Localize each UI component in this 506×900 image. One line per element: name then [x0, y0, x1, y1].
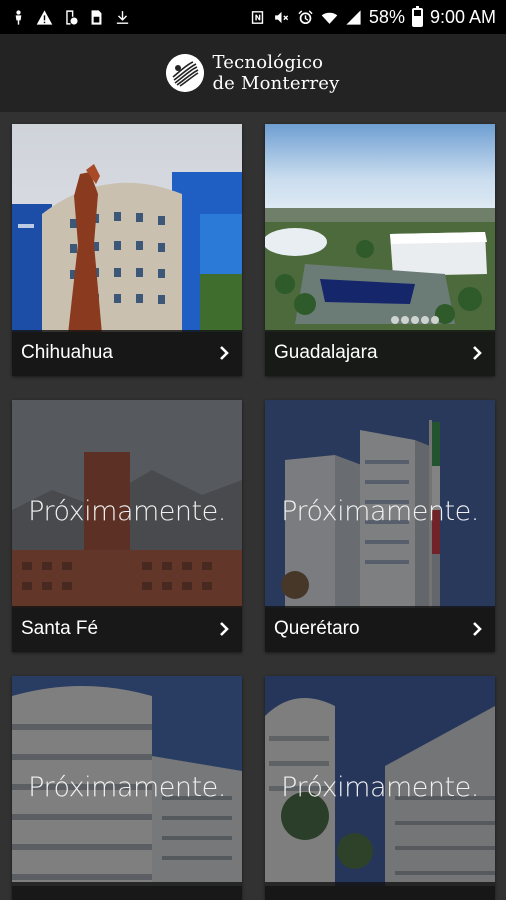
campus-label: Santa Fé — [12, 606, 242, 652]
campus-name: Chihuahua — [21, 342, 113, 363]
nfc-icon — [249, 8, 266, 26]
mute-icon — [273, 8, 290, 26]
notification-icons — [10, 8, 131, 26]
warning-icon — [36, 8, 53, 26]
status-bar: 58% 9:00 AM — [0, 0, 506, 34]
tec-seal-icon — [166, 54, 205, 92]
campus-card-guadalajara[interactable]: Guadalajara — [265, 124, 495, 376]
signal-icon — [345, 8, 362, 26]
tec-logo: Tecnológico de Monterrey — [166, 52, 339, 94]
campus-label — [12, 882, 242, 900]
system-icons: 58% 9:00 AM — [249, 5, 496, 28]
campus-label: Guadalajara — [265, 330, 495, 376]
campus-name: Guadalajara — [274, 342, 378, 363]
campus-label: Querétaro — [265, 606, 495, 652]
battery-icon — [411, 5, 423, 27]
coming-soon-text: Próximamente. — [281, 772, 479, 803]
campus-label: Chihuahua — [12, 330, 242, 376]
campus-label — [265, 882, 495, 900]
person-icon — [10, 8, 27, 26]
chevron-right-icon — [469, 345, 485, 361]
campus-grid: Chihuahua Guadalajara Próximamente. Sant… — [0, 112, 506, 900]
coming-soon-text: Próximamente. — [281, 496, 479, 527]
coming-soon-text: Próximamente. — [28, 772, 226, 803]
battery-percent: 58% — [368, 6, 405, 27]
campus-card-6[interactable]: Próximamente. — [265, 676, 495, 900]
logo-line-1: Tecnológico — [212, 52, 324, 73]
chevron-right-icon — [469, 621, 485, 637]
campus-card-chihuahua[interactable]: Chihuahua — [12, 124, 242, 376]
campus-card-queretaro[interactable]: Próximamente. Querétaro — [265, 400, 495, 652]
logo-line-2: de Monterrey — [212, 73, 340, 94]
coming-soon-text: Próximamente. — [28, 496, 226, 527]
sim-icon — [88, 8, 105, 26]
chevron-right-icon — [216, 621, 232, 637]
wifi-icon — [321, 8, 338, 26]
phone-check-icon — [62, 8, 79, 26]
campus-name: Santa Fé — [21, 618, 99, 639]
campus-card-santa-fe[interactable]: Próximamente. Santa Fé — [12, 400, 242, 652]
campus-card-5[interactable]: Próximamente. — [12, 676, 242, 900]
chevron-right-icon — [216, 345, 232, 361]
download-icon — [114, 8, 131, 26]
app-header: Tecnológico de Monterrey — [0, 34, 506, 112]
campus-name: Querétaro — [274, 618, 360, 639]
alarm-icon — [297, 8, 314, 26]
clock: 9:00 AM — [429, 6, 496, 27]
